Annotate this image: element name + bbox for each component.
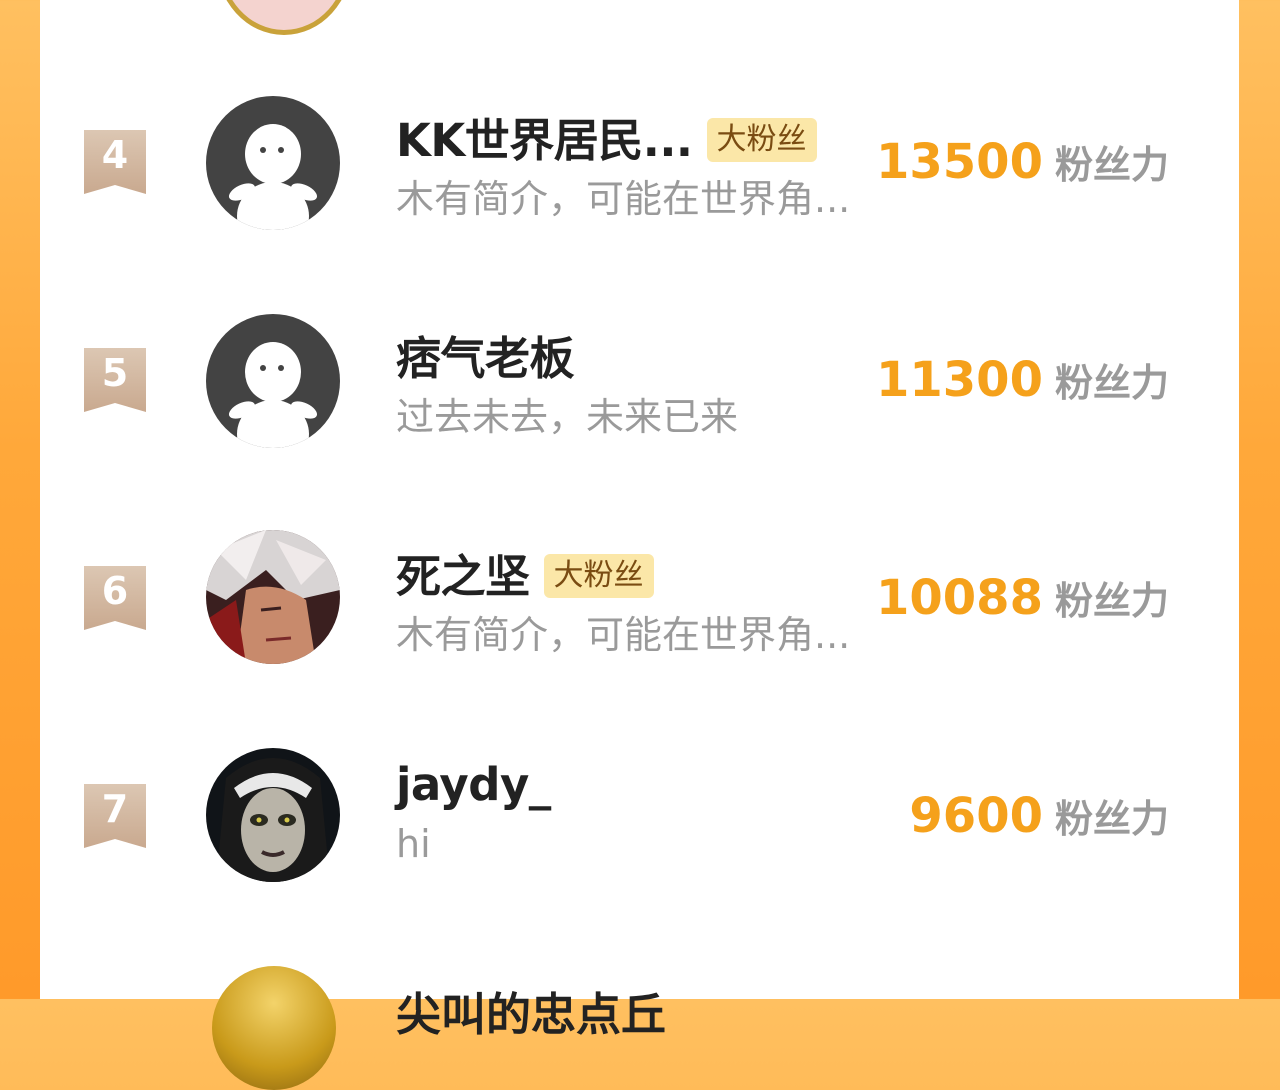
user-name[interactable]: 痞气老板 [396,322,575,387]
score-unit: 粉丝力 [1054,361,1169,405]
fan-power-score: 11300 粉丝力 [876,352,1169,408]
user-name[interactable]: jaydy_ [396,758,551,811]
fan-power-score: 13500 粉丝力 [876,134,1169,190]
user-name-text: 死之坚 [396,550,530,603]
user-name[interactable]: 死之坚 大粉丝 [396,540,654,605]
list-item[interactable]: 4 KK世界居民... 大粉丝 木有简介，可能在世界角... 13500 粉丝力 [40,52,1239,270]
list-item[interactable]: 5 痞气老板 过去未去，未来已来 11300 粉丝力 [40,270,1239,488]
user-bio: 过去未去，未来已来 [396,395,739,439]
rank-badge: 4 [84,130,146,194]
anime-character-avatar[interactable] [206,530,340,664]
fan-power-score: 9600 粉丝力 [909,788,1169,844]
score-value: 11300 [875,352,1043,408]
user-name[interactable]: 尖叫的忠点丘 [396,978,666,1043]
big-fan-badge: 大粉丝 [543,554,654,598]
user-bio: hi [396,822,431,866]
user-name-text: jaydy_ [396,758,551,811]
rank-badge: 5 [84,348,146,412]
score-unit: 粉丝力 [1054,797,1169,841]
user-bio: 木有简介，可能在世界角... [396,177,851,221]
user-name[interactable]: KK世界居民... 大粉丝 [396,104,817,169]
big-fan-badge: 大粉丝 [706,118,817,162]
list-item[interactable]: 6 死之坚 大粉丝 木有简介，可能在世界角... 10088 粉丝力 [40,488,1239,706]
score-value: 9600 [909,788,1043,844]
score-value: 13500 [875,134,1043,190]
nun-horror-avatar[interactable] [206,748,340,882]
list-item[interactable]: 7 jaydy_ hi 9600 粉丝力 [40,706,1239,924]
avatar[interactable] [212,966,336,1090]
rank-badge: 7 [84,784,146,848]
user-bio: 木有简介，可能在世界角... [396,613,851,657]
avatar[interactable] [216,0,352,35]
default-avatar-icon[interactable] [206,314,340,448]
default-avatar-icon[interactable] [206,96,340,230]
user-name-text: KK世界居民... [396,114,693,167]
leaderboard-panel: 4 KK世界居民... 大粉丝 木有简介，可能在世界角... 13500 粉丝力 5 [40,0,1239,1090]
score-unit: 粉丝力 [1054,579,1169,623]
score-value: 10088 [875,570,1043,626]
user-name-text: 痞气老板 [396,332,575,385]
fan-power-score: 10088 粉丝力 [876,570,1169,626]
score-unit: 粉丝力 [1054,143,1169,187]
rank-badge: 6 [84,566,146,630]
